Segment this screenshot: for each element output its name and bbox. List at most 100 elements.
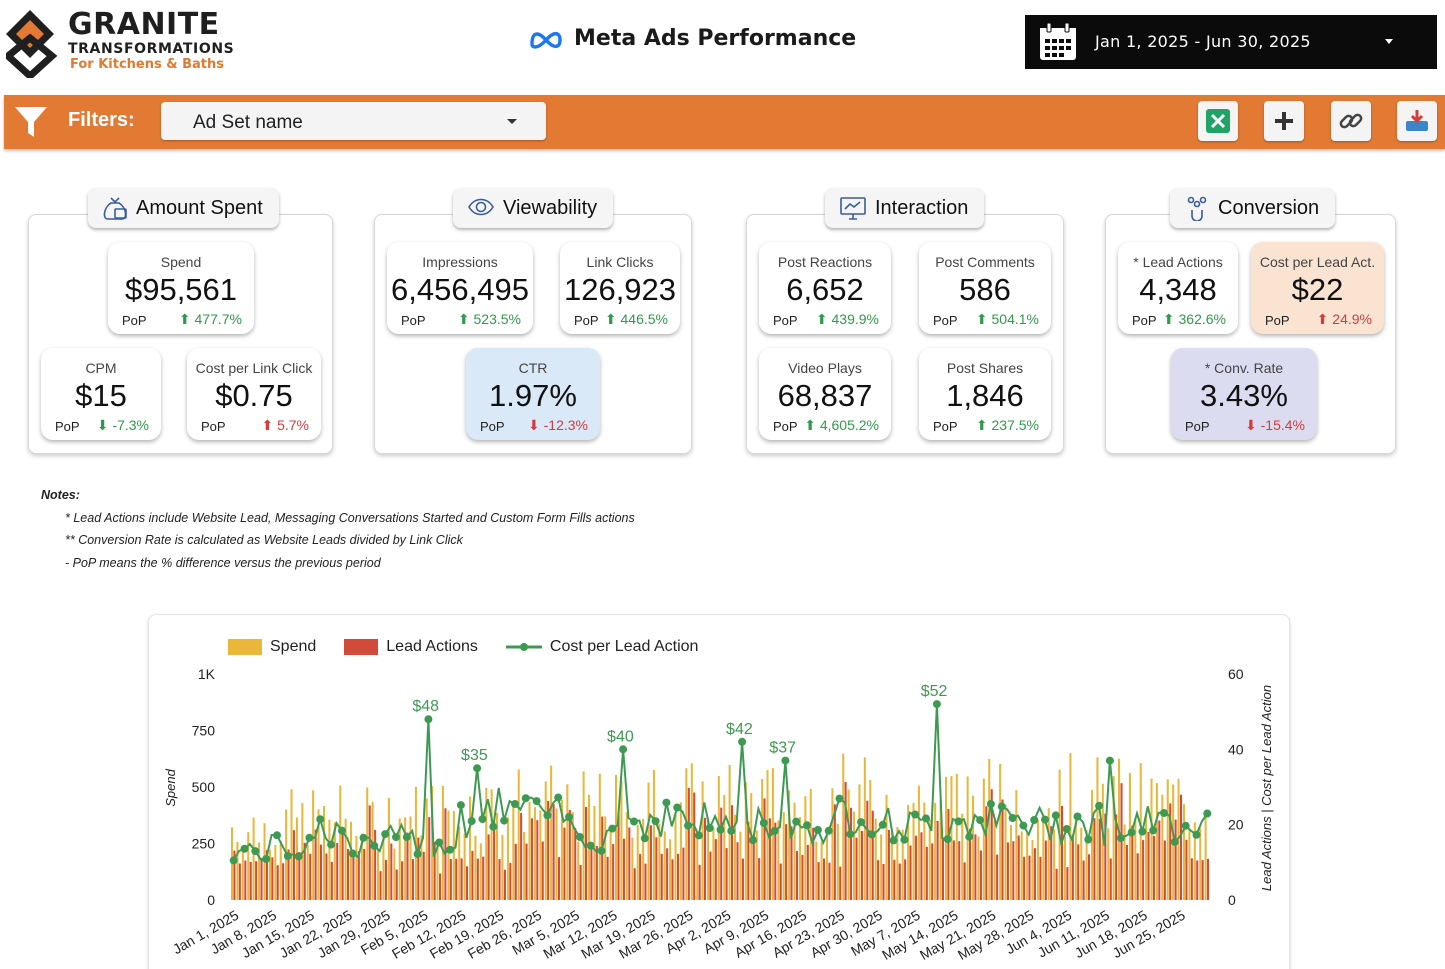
- lead-actions-bar: [893, 859, 896, 900]
- spend-bar: [425, 798, 428, 900]
- cost-per-lead-point: [727, 826, 736, 835]
- metric-card-cost-per-lead[interactable]: Cost per Lead Act. $22 PoP ⬆ 24.9%: [1251, 242, 1384, 334]
- metric-card-cost-per-link-click[interactable]: Cost per Link Click $0.75 PoP ⬆ 5.7%: [187, 348, 321, 440]
- lead-actions-bar: [1174, 819, 1177, 900]
- metric-card-cpm[interactable]: CPM $15 PoP ⬇ -7.3%: [41, 348, 161, 440]
- lead-actions-bar: [347, 849, 350, 900]
- lead-actions-bar: [958, 841, 961, 900]
- metric-card-post-comments[interactable]: Post Comments 586 PoP ⬆ 504.1%: [919, 242, 1051, 334]
- arrow-up-icon: ⬆: [975, 311, 992, 327]
- lead-actions-bar: [341, 833, 344, 900]
- cost-per-lead-point: [1084, 835, 1093, 844]
- arrow-down-icon: ⬇: [96, 417, 113, 433]
- lead-actions-bar: [801, 855, 804, 900]
- lead-actions-bar: [590, 846, 593, 900]
- spend-bar: [717, 776, 720, 900]
- spend-bar: [474, 835, 477, 900]
- ad-set-name-dropdown[interactable]: Ad Set name: [161, 102, 546, 140]
- arrow-down-icon: ⬇: [1245, 417, 1261, 433]
- spend-bar: [506, 817, 509, 900]
- metric-card-video-plays[interactable]: Video Plays 68,837 PoP ⬆ 4,605.2%: [759, 348, 891, 440]
- spend-bar: [685, 768, 688, 900]
- download-button[interactable]: [1397, 101, 1437, 141]
- lead-actions-bar: [493, 820, 496, 900]
- ad-set-name-label: Ad Set name: [193, 112, 303, 133]
- lead-actions-bar: [1207, 858, 1210, 900]
- arrow-up-icon: ⬆: [261, 417, 278, 433]
- cost-per-lead-point: [749, 836, 757, 845]
- cost-per-lead-point: [413, 850, 422, 859]
- pop-label: PoP: [933, 313, 958, 328]
- spend-bar: [1166, 779, 1169, 900]
- y-tick-label: 500: [192, 779, 216, 795]
- spend-bar: [387, 797, 390, 900]
- lead-actions-bar: [476, 858, 479, 900]
- lead-actions-bar: [428, 817, 431, 900]
- spend-bar: [1042, 820, 1045, 900]
- metric-value: 1.97%: [489, 378, 577, 413]
- lead-actions-bar: [520, 812, 523, 900]
- lead-actions-bar: [763, 798, 766, 900]
- share-link-button[interactable]: [1331, 101, 1371, 141]
- lead-actions-bar: [401, 861, 404, 900]
- cost-per-lead-point: [348, 849, 357, 858]
- spend-bar: [977, 836, 980, 900]
- metric-card-ctr[interactable]: CTR 1.97% PoP ⬇ -12.3%: [466, 348, 600, 440]
- pop-label: PoP: [55, 419, 80, 434]
- cost-per-lead-point: [316, 815, 325, 824]
- metric-card-lead-actions[interactable]: * Lead Actions 4,348 PoP ⬆ 362.6%: [1118, 242, 1238, 334]
- add-button[interactable]: [1264, 101, 1304, 141]
- spend-bar: [328, 819, 331, 900]
- lead-actions-bar: [1196, 860, 1199, 900]
- metric-card-link-clicks[interactable]: Link Clicks 126,923 PoP ⬆ 446.5%: [560, 242, 680, 334]
- plus-icon: [1275, 112, 1293, 130]
- cost-per-lead-point: [867, 830, 876, 839]
- lead-actions-bar: [1147, 832, 1150, 900]
- cost-per-lead-point: [857, 818, 866, 827]
- spend-bar: [739, 831, 742, 900]
- lead-actions-bar: [255, 861, 258, 900]
- spend-bar: [804, 796, 807, 900]
- export-excel-button[interactable]: [1198, 101, 1238, 141]
- spend-bar: [701, 781, 704, 900]
- brand-logo: GRANITE TRANSFORMATIONS For Kitchens & B…: [6, 8, 246, 80]
- metric-card-spend[interactable]: Spend $95,561 PoP ⬆ 477.7%: [108, 242, 254, 334]
- metric-card-post-reactions[interactable]: Post Reactions 6,652 PoP ⬆ 439.9%: [759, 242, 891, 334]
- section-title: Interaction: [875, 196, 969, 219]
- metric-change: ⬇ -15.4%: [1245, 417, 1305, 433]
- cost-per-lead-point: [521, 794, 530, 803]
- metric-card-impressions[interactable]: Impressions 6,456,495 PoP ⬆ 523.5%: [387, 242, 533, 334]
- cost-per-lead-point: [489, 822, 498, 831]
- spend-bar: [961, 813, 964, 900]
- cost-per-lead-point: [608, 824, 617, 833]
- lead-actions-bar: [655, 837, 658, 900]
- metric-change: ⬆ 237.5%: [975, 417, 1039, 433]
- lead-actions-bar: [612, 844, 615, 900]
- lead-actions-bar: [833, 804, 836, 900]
- cost-per-lead-point: [1149, 826, 1158, 835]
- lead-actions-bar: [877, 860, 880, 900]
- lead-actions-bar: [914, 835, 917, 900]
- lead-actions-bar: [720, 807, 723, 900]
- metric-label: * Lead Actions: [1133, 254, 1223, 270]
- metric-label: Cost per Lead Act.: [1259, 254, 1376, 270]
- page-title: Meta Ads Performance: [574, 26, 857, 51]
- metric-change: ⬆ 362.6%: [1162, 311, 1226, 327]
- spend-bar: [723, 794, 726, 900]
- cost-per-lead-point: [1127, 828, 1136, 837]
- cost-per-lead-point: [1170, 837, 1179, 846]
- lead-actions-bar: [352, 850, 355, 900]
- lead-actions-bar: [979, 850, 982, 900]
- spend-bar: [615, 774, 618, 900]
- spend-bar: [1145, 814, 1148, 900]
- spend-bar: [377, 849, 380, 900]
- spend-bar: [366, 787, 369, 900]
- lead-actions-bar: [747, 821, 750, 900]
- spend-bar: [1031, 840, 1034, 900]
- lead-actions-bar: [411, 859, 414, 900]
- legend-swatch-spend: [228, 639, 262, 655]
- metric-card-conv-rate[interactable]: * Conv. Rate 3.43% PoP ⬇ -15.4%: [1171, 348, 1317, 440]
- date-range-picker[interactable]: Jan 1, 2025 - Jun 30, 2025: [1025, 15, 1437, 69]
- metric-card-post-shares[interactable]: Post Shares 1,846 PoP ⬆ 237.5%: [919, 348, 1051, 440]
- cost-per-lead-point: [846, 830, 855, 839]
